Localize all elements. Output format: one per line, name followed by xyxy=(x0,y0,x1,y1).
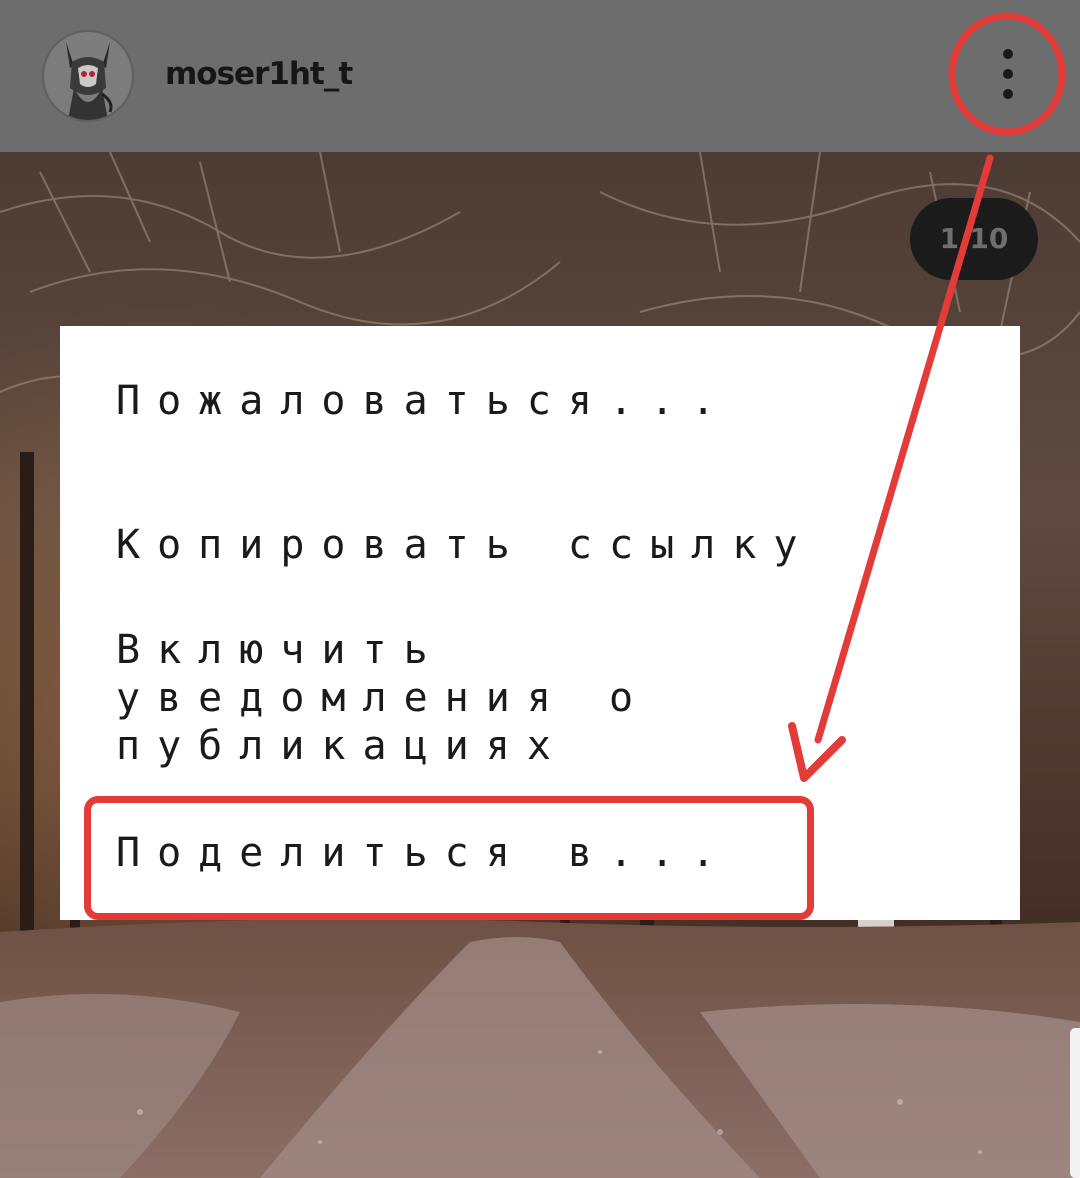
more-vertical-icon xyxy=(1003,49,1013,99)
options-menu: Пожаловаться... Копировать ссылку Включи… xyxy=(60,326,1020,920)
avatar[interactable] xyxy=(42,30,134,122)
menu-item-share-to[interactable]: Поделиться в... xyxy=(116,830,732,876)
menu-item-enable-notifications[interactable]: Включить уведомления о публикациях xyxy=(116,626,736,770)
menu-item-copy-link[interactable]: Копировать ссылку xyxy=(116,522,814,568)
slide-counter: 1/10 xyxy=(910,198,1038,280)
scrollbar-thumb[interactable] xyxy=(1070,1028,1080,1178)
menu-item-report[interactable]: Пожаловаться... xyxy=(116,378,732,424)
post-header: moser1ht_t xyxy=(0,0,1080,152)
post-screen: moser1ht_t 1/10 Пожаловаться... Копирова… xyxy=(0,0,1080,1178)
username[interactable]: moser1ht_t xyxy=(165,56,353,92)
demon-avatar-icon xyxy=(44,32,132,120)
more-options-button[interactable] xyxy=(958,30,1058,126)
